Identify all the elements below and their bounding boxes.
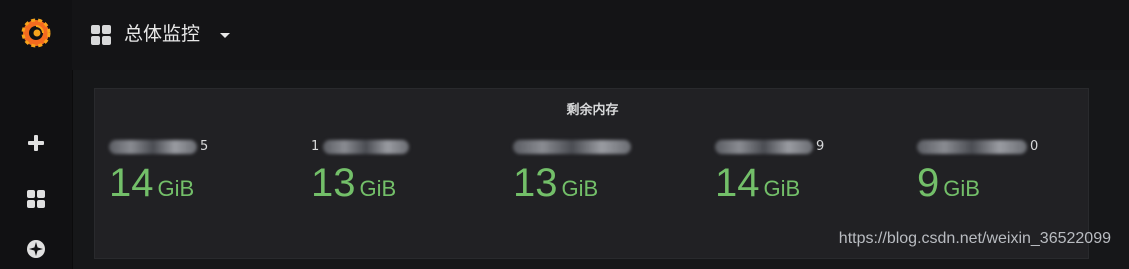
dashboard-navbar: 总体监控 <box>72 0 1129 70</box>
redacted-host-label <box>109 139 197 154</box>
stat-item: 5 14 GiB <box>95 131 285 211</box>
redacted-host-label <box>323 139 410 154</box>
stat-item: 13 GiB <box>499 131 689 211</box>
dashboards-grid-icon[interactable] <box>24 187 48 211</box>
stat-value: 9 GiB <box>917 161 980 205</box>
redacted-host-label <box>715 139 813 154</box>
stat-value: 13 GiB <box>311 161 397 205</box>
stat-name: 5 <box>109 139 208 155</box>
stat-value: 14 GiB <box>715 161 801 205</box>
dashboard-title[interactable]: 总体监控 <box>124 20 200 48</box>
redacted-host-label <box>917 139 1027 154</box>
explore-compass-icon[interactable] <box>24 237 48 261</box>
grafana-logo-icon[interactable] <box>18 14 54 50</box>
stat-value: 13 GiB <box>513 161 599 205</box>
stat-name: 9 <box>715 139 824 155</box>
panel-title[interactable]: 剩余内存 <box>95 99 1090 118</box>
stat-name <box>513 139 631 155</box>
watermark-url: https://blog.csdn.net/weixin_36522099 <box>838 230 1111 247</box>
stat-item: 0 9 GiB <box>903 131 1093 211</box>
grafana-app: 总体监控 剩余内存 5 14 GiB 1 13 GiB 13 GiB 9 14 … <box>0 0 1129 269</box>
sidebar <box>0 0 73 269</box>
stat-name: 0 <box>917 139 1038 155</box>
dashboard-grid-icon <box>91 25 111 45</box>
chevron-down-icon[interactable] <box>220 33 230 38</box>
create-plus-icon[interactable] <box>24 131 48 155</box>
stat-value: 14 GiB <box>109 161 195 205</box>
stat-name: 1 <box>311 139 410 155</box>
stat-item: 9 14 GiB <box>701 131 891 211</box>
stat-item: 1 13 GiB <box>297 131 487 211</box>
redacted-host-label <box>513 139 631 154</box>
